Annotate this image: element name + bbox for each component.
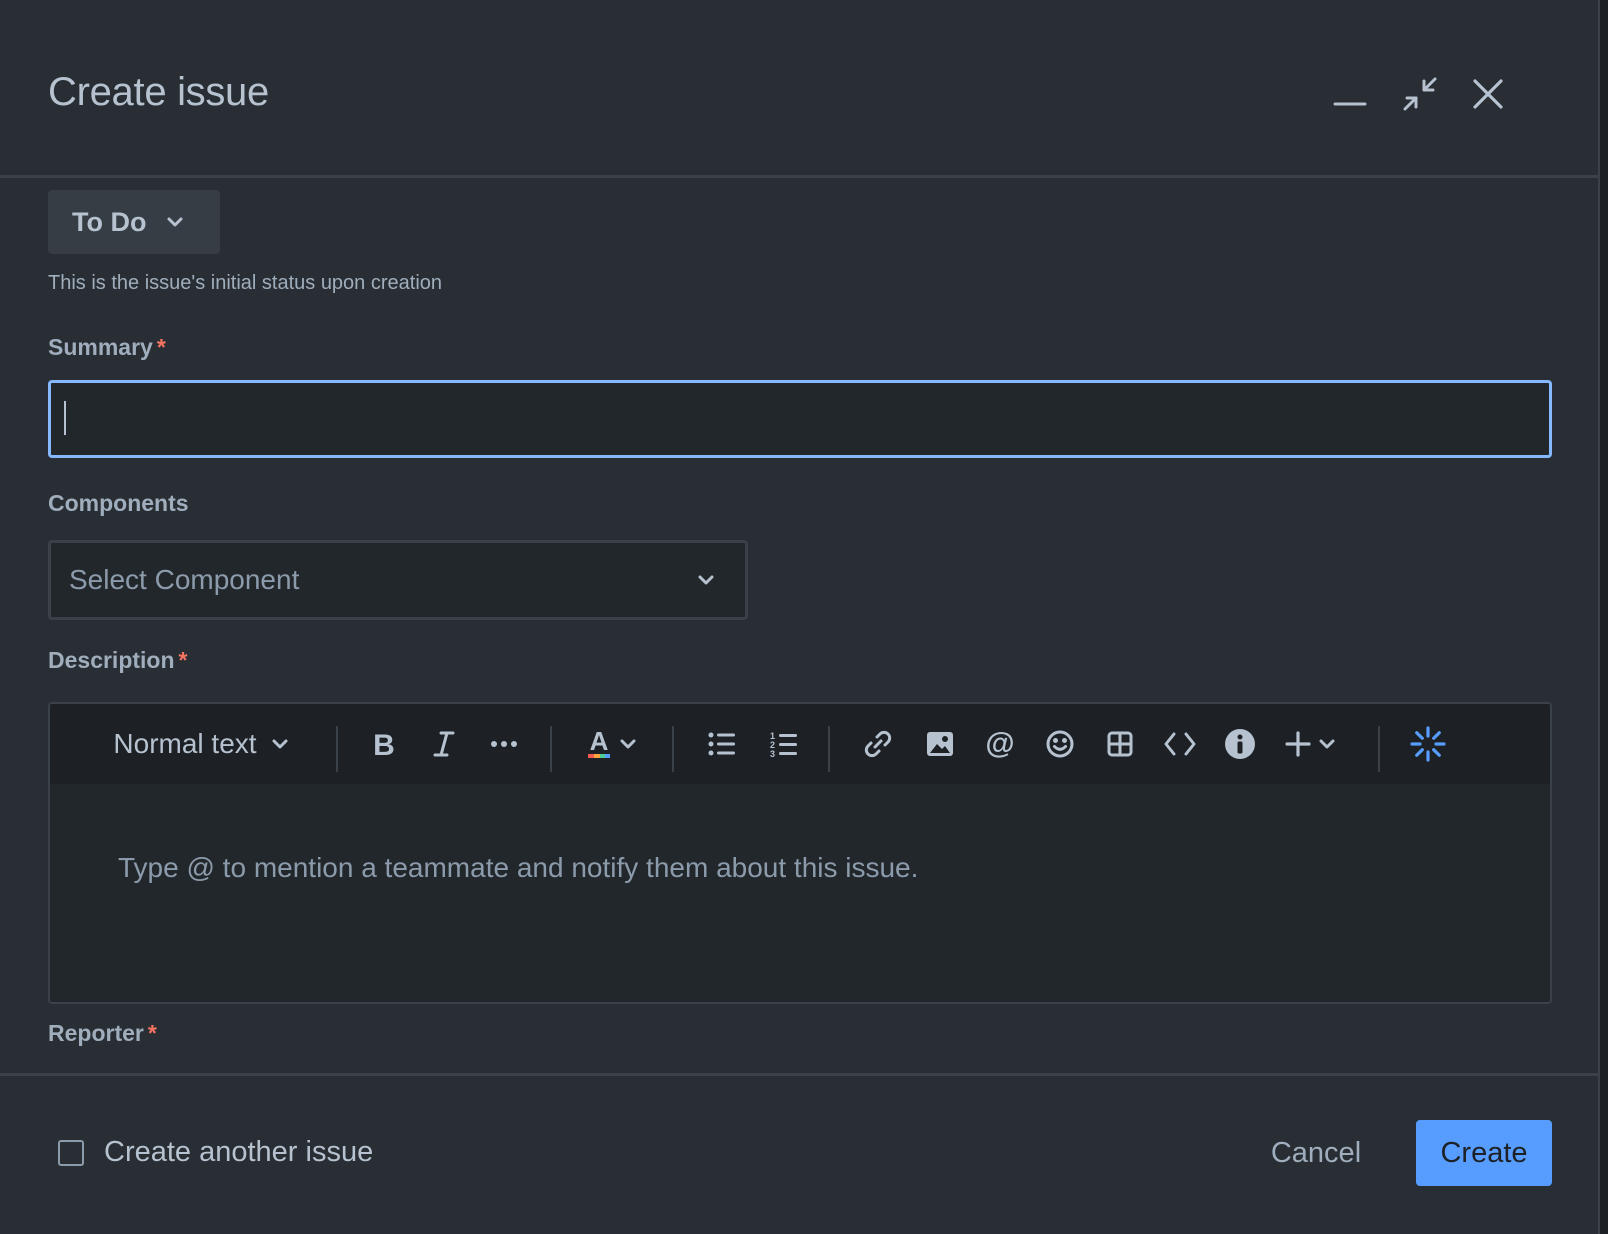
editor-toolbar: Normal text B A 1 2 3 @	[50, 704, 1550, 784]
info-panel-button[interactable]	[1218, 722, 1262, 766]
description-label: Description *	[48, 647, 187, 674]
more-formatting-button[interactable]	[482, 722, 526, 766]
bullet-list-icon	[708, 732, 736, 756]
reporter-label-text: Reporter	[48, 1020, 144, 1046]
text-color-button[interactable]: A	[580, 722, 642, 766]
summary-input[interactable]	[48, 380, 1552, 458]
modal-footer: Create another issue Cancel Create	[0, 1073, 1598, 1234]
components-placeholder: Select Component	[69, 564, 300, 595]
description-editor[interactable]: Normal text B A 1 2 3 @ Type @ to mentio…	[48, 702, 1552, 1004]
create-button[interactable]: Create	[1416, 1120, 1552, 1186]
insert-button[interactable]	[1278, 722, 1342, 766]
components-select[interactable]: Select Component	[48, 540, 748, 620]
image-icon	[926, 731, 954, 757]
numbered-list-button[interactable]: 123	[762, 722, 806, 766]
toolbar-divider	[828, 726, 830, 772]
chevron-down-icon	[620, 739, 636, 749]
toolbar-divider	[1378, 726, 1380, 772]
reporter-label: Reporter *	[48, 1020, 157, 1047]
description-placeholder: Type @ to mention a teammate and notify …	[118, 852, 919, 883]
required-marker: *	[178, 647, 188, 673]
modal-body: To Do This is the issue's initial status…	[0, 178, 1598, 1073]
text-style-dropdown[interactable]: Normal text	[106, 722, 296, 766]
svg-text:A: A	[590, 728, 609, 756]
minimize-button[interactable]	[1328, 72, 1372, 116]
emoji-icon	[1045, 729, 1075, 759]
more-formatting-icon	[490, 740, 518, 748]
mention-icon: @	[985, 729, 1015, 759]
link-button[interactable]	[856, 722, 900, 766]
status-dropdown[interactable]: To Do	[48, 190, 220, 254]
required-marker: *	[147, 1020, 157, 1046]
chevron-down-icon	[271, 738, 289, 750]
bold-button[interactable]: B	[362, 722, 406, 766]
insert-icon	[1285, 731, 1311, 757]
required-marker: *	[156, 334, 166, 360]
svg-text:@: @	[985, 729, 1014, 759]
close-button[interactable]	[1466, 72, 1510, 116]
status-helper-text: This is the issue's initial status upon …	[48, 272, 443, 294]
toolbar-divider	[336, 726, 338, 772]
bold-icon: B	[372, 730, 396, 758]
description-label-text: Description	[48, 647, 175, 673]
toolbar-divider	[672, 726, 674, 772]
table-icon	[1107, 731, 1133, 757]
summary-label-text: Summary	[48, 334, 153, 360]
mention-button[interactable]: @	[978, 722, 1022, 766]
text-caret	[64, 401, 66, 435]
bullet-list-button[interactable]	[700, 722, 744, 766]
cancel-button[interactable]: Cancel	[1250, 1120, 1382, 1186]
italic-icon	[432, 730, 456, 758]
ai-loading-icon	[1410, 726, 1446, 762]
numbered-list-icon: 123	[770, 731, 798, 757]
ai-assist-button[interactable]	[1406, 722, 1450, 766]
create-another-label[interactable]: Create another issue	[104, 1136, 373, 1169]
info-panel-icon	[1224, 728, 1256, 760]
code-icon	[1164, 731, 1196, 757]
summary-label: Summary *	[48, 334, 166, 361]
text-color-icon: A	[586, 728, 612, 760]
table-button[interactable]	[1098, 722, 1142, 766]
italic-button[interactable]	[422, 722, 466, 766]
create-another-checkbox[interactable]	[58, 1140, 84, 1166]
chevron-down-icon	[166, 216, 184, 228]
create-issue-modal: Create issue To Do This is the issue's i…	[0, 0, 1600, 1234]
collapse-icon	[1401, 75, 1439, 113]
image-button[interactable]	[918, 722, 962, 766]
status-value: To Do	[72, 206, 147, 237]
modal-header: Create issue	[0, 0, 1598, 178]
close-icon	[1472, 78, 1504, 110]
code-button[interactable]	[1158, 722, 1202, 766]
components-label: Components	[48, 490, 189, 516]
chevron-down-icon	[1319, 739, 1335, 749]
svg-text:3: 3	[770, 749, 775, 757]
text-style-label: Normal text	[113, 728, 257, 759]
toolbar-divider	[550, 726, 552, 772]
chevron-down-icon	[697, 574, 715, 586]
svg-text:B: B	[373, 730, 395, 758]
link-icon	[863, 729, 893, 759]
collapse-button[interactable]	[1398, 72, 1442, 116]
emoji-button[interactable]	[1038, 722, 1082, 766]
modal-title: Create issue	[48, 70, 269, 114]
minimize-icon	[1333, 77, 1367, 111]
